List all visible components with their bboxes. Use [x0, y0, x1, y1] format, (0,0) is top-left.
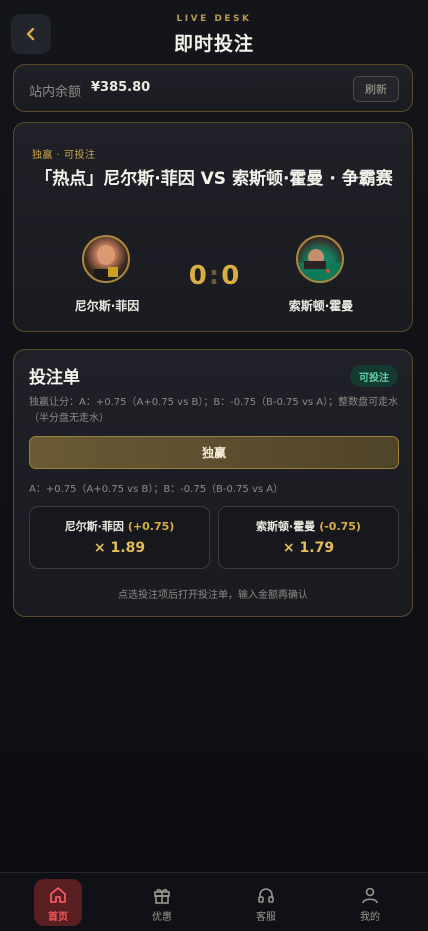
- user-icon: [362, 887, 378, 904]
- nav-item-mine[interactable]: 我的: [346, 879, 394, 926]
- odds-option-name: 尼尔斯·菲因: [64, 520, 124, 533]
- bet-rules-text: 独赢让分：A：+0.75（A+0.75 vs B）；B：-0.75（B-0.75…: [29, 397, 399, 424]
- score-separator: :: [208, 261, 220, 291]
- odds-option-handicap: (+0.75): [127, 520, 175, 533]
- odds-option-player-b[interactable]: 索斯顿·霍曼 (-0.75) × 1.79: [218, 506, 399, 569]
- balance-value: ¥385.80: [91, 80, 151, 95]
- nav-label-promo: 优惠: [152, 912, 172, 923]
- match-status: 独赢 · 可投注: [32, 150, 96, 161]
- player-b-portrait: [298, 249, 342, 281]
- bet-mode-button[interactable]: 独赢: [29, 436, 399, 469]
- player-b-name: 索斯顿·霍曼: [288, 299, 354, 313]
- odds-option-name: 索斯顿·霍曼: [256, 520, 316, 533]
- nav-label-home: 首页: [48, 912, 68, 923]
- bet-slip-card: 投注单 可投注 独赢让分：A：+0.75（A+0.75 vs B）；B：-0.7…: [13, 349, 413, 617]
- headset-icon: [258, 888, 274, 903]
- score-b: 0: [221, 261, 240, 291]
- status-badge: 可投注: [350, 365, 398, 387]
- page-title: 即时投注: [173, 33, 254, 55]
- match-score: 0:0: [164, 261, 264, 291]
- player-b-avatar: [296, 235, 344, 283]
- page-kicker: LIVE DESK: [176, 14, 252, 24]
- nav-label-mine: 我的: [360, 912, 380, 923]
- odds-option-value: × 1.89: [93, 540, 146, 556]
- odds-option-player-a[interactable]: 尼尔斯·菲因 (+0.75) × 1.89: [29, 506, 210, 569]
- player-a-avatar: [82, 235, 130, 283]
- nav-label-service: 客服: [256, 912, 276, 923]
- odds-option-handicap: (-0.75): [319, 520, 361, 533]
- player-a-name: 尼尔斯·菲因: [74, 299, 140, 313]
- balance-label: 站内余额: [29, 85, 82, 100]
- score-a: 0: [188, 261, 207, 291]
- nav-item-home[interactable]: 首页: [34, 879, 82, 926]
- odds-option-label: 索斯顿·霍曼 (-0.75): [219, 518, 398, 534]
- odds-option-label: 尼尔斯·菲因 (+0.75): [30, 518, 209, 534]
- balance-card: 站内余额 ¥385.80 刷新: [13, 64, 413, 112]
- handicap-note: A：+0.75（A+0.75 vs B）；B：-0.75（B-0.75 vs A…: [29, 484, 284, 495]
- bet-hint: 点选投注项后打开投注单，输入金额再确认: [118, 590, 308, 601]
- nav-item-promo[interactable]: 优惠: [138, 879, 186, 926]
- home-icon: [50, 887, 66, 903]
- bet-slip-title: 投注单: [29, 368, 80, 388]
- gift-icon: [154, 888, 170, 904]
- bottom-nav: 首页 优惠 客服 我的: [0, 872, 428, 931]
- match-title: 「热点」尼尔斯·菲因 VS 索斯顿·霍曼 · 争霸赛: [35, 169, 393, 189]
- odds-option-value: × 1.79: [282, 540, 335, 556]
- nav-item-service[interactable]: 客服: [242, 879, 290, 926]
- player-a-portrait: [94, 245, 118, 281]
- refresh-button[interactable]: 刷新: [353, 76, 399, 102]
- top-bar: LIVE DESK 即时投注: [0, 0, 428, 60]
- match-card: 独赢 · 可投注 「热点」尼尔斯·菲因 VS 索斯顿·霍曼 · 争霸赛 0:0 …: [13, 122, 413, 332]
